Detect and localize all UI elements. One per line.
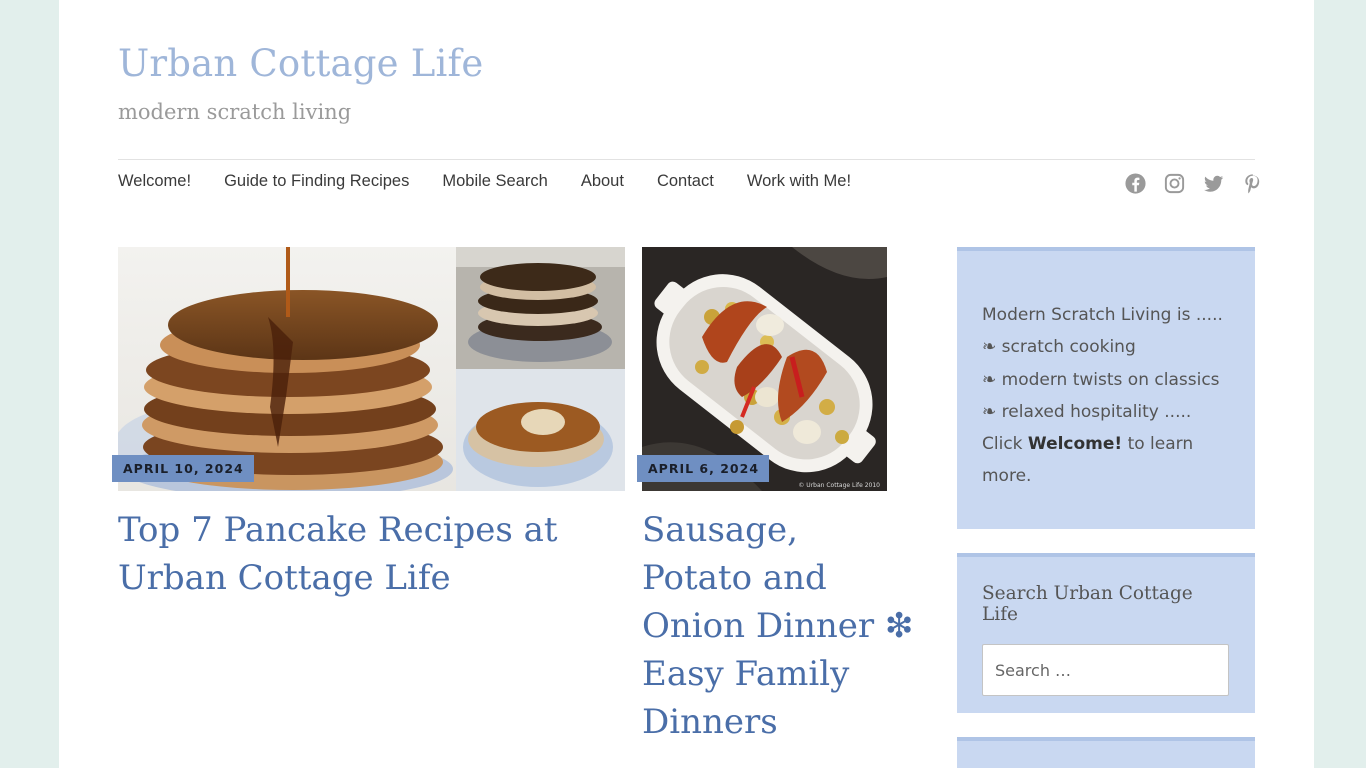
search-input[interactable] bbox=[982, 644, 1229, 696]
about-item-text: relaxed hospitality ..... bbox=[1001, 401, 1192, 422]
post-date-badge[interactable]: APRIL 10, 2024 bbox=[112, 455, 254, 482]
main-nav: Welcome! Guide to Finding Recipes Mobile… bbox=[118, 172, 851, 191]
page: Urban Cottage Life modern scratch living… bbox=[59, 0, 1314, 768]
about-cta: Click Welcome! to learn bbox=[982, 428, 1230, 460]
about-cta-suffix: to learn bbox=[1122, 434, 1194, 455]
search-widget-heading: Search Urban Cottage Life bbox=[982, 583, 1193, 625]
post-title[interactable]: Top 7 Pancake Recipes at Urban Cottage L… bbox=[118, 506, 618, 602]
about-item-text: modern twists on classics bbox=[1001, 369, 1220, 390]
nav-welcome[interactable]: Welcome! bbox=[118, 172, 191, 191]
fleuron-icon: ❧ bbox=[982, 401, 997, 422]
nav-mobile-search[interactable]: Mobile Search bbox=[442, 172, 547, 191]
welcome-link[interactable]: Welcome! bbox=[1028, 434, 1122, 454]
about-item-text: scratch cooking bbox=[1001, 337, 1136, 358]
site-tagline: modern scratch living bbox=[118, 100, 352, 124]
sidebar-widget bbox=[957, 737, 1255, 768]
about-cta-prefix: Click bbox=[982, 434, 1028, 455]
pinterest-icon[interactable] bbox=[1241, 172, 1264, 195]
nav-guide-to-finding-recipes[interactable]: Guide to Finding Recipes bbox=[224, 172, 409, 191]
nav-work-with-me[interactable]: Work with Me! bbox=[747, 172, 851, 191]
site-title[interactable]: Urban Cottage Life bbox=[118, 42, 484, 85]
post-title[interactable]: Sausage, Potato and Onion Dinner ❇ Easy … bbox=[642, 506, 917, 746]
fleuron-icon: ❧ bbox=[982, 337, 997, 358]
nav-about[interactable]: About bbox=[581, 172, 624, 191]
search-widget: Search Urban Cottage Life bbox=[957, 553, 1255, 713]
nav-contact[interactable]: Contact bbox=[657, 172, 714, 191]
nav-divider bbox=[118, 159, 1255, 160]
about-item: ❧ relaxed hospitality ..... bbox=[982, 396, 1230, 428]
post-date-badge[interactable]: APRIL 6, 2024 bbox=[637, 455, 770, 482]
image-watermark: © Urban Cottage Life 2010 bbox=[798, 482, 880, 489]
about-widget: Modern Scratch Living is ..... ❧ scratch… bbox=[957, 247, 1255, 529]
about-item: ❧ modern twists on classics bbox=[982, 364, 1230, 396]
twitter-icon[interactable] bbox=[1202, 172, 1225, 195]
about-cta-end: more. bbox=[982, 466, 1032, 487]
about-intro: Modern Scratch Living is ..... bbox=[982, 305, 1223, 325]
social-links bbox=[1124, 172, 1264, 195]
instagram-icon[interactable] bbox=[1163, 172, 1186, 195]
about-item: ❧ scratch cooking bbox=[982, 331, 1230, 363]
fleuron-icon: ❧ bbox=[982, 369, 997, 390]
facebook-icon[interactable] bbox=[1124, 172, 1147, 195]
